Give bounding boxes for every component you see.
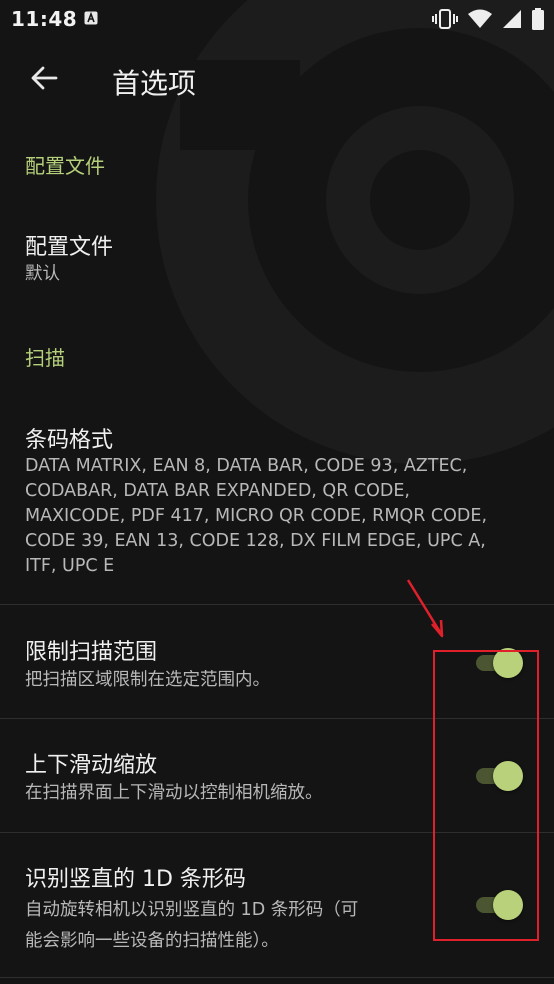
annotation-box <box>433 650 539 941</box>
annotation-arrow <box>406 579 444 638</box>
status-time: 11:48 <box>11 7 78 31</box>
section-header-profile: 配置文件 <box>25 154 105 178</box>
battery-icon <box>532 8 544 30</box>
pref-limit-scan-area-summary: 把扫描区域限制在选定范围内。 <box>25 670 270 690</box>
pref-barcode-formats-title: 条码格式 <box>25 428 114 453</box>
signal-icon <box>503 10 521 28</box>
summary-line: MAXICODE, PDF 417, MICRO QR CODE, RMQR C… <box>25 506 488 526</box>
app-bar: 首选项 <box>0 42 554 118</box>
pref-barcode-formats-summary: DATA MATRIX, EAN 8, DATA BAR, CODE 93, A… <box>25 454 487 579</box>
summary-line: 能会影响一些设备的扫描性能）。 <box>25 931 279 951</box>
wifi-icon <box>468 9 492 28</box>
pref-vertical-1d-title: 识别竖直的 1D 条形码 <box>25 867 246 892</box>
pref-profile[interactable]: 配置文件 默认 <box>0 206 554 304</box>
pref-limit-scan-area-title: 限制扫描范围 <box>25 640 158 665</box>
pref-profile-title: 配置文件 <box>25 235 114 260</box>
pref-profile-summary: 默认 <box>25 264 60 284</box>
pref-swipe-zoom-summary: 在扫描界面上下滑动以控制相机缩放。 <box>25 783 323 803</box>
summary-line: CODABAR, DATA BAR EXPANDED, QR CODE, <box>25 481 410 501</box>
pref-vertical-1d-summary: 自动旋转相机以识别竖直的 1D 条形码（可 能会影响一些设备的扫描性能）。 <box>25 895 358 957</box>
divider <box>0 977 554 978</box>
summary-line: DATA MATRIX, EAN 8, DATA BAR, CODE 93, A… <box>25 456 468 476</box>
pref-swipe-zoom-title: 上下滑动缩放 <box>25 753 158 778</box>
arrow-back-icon <box>31 66 58 90</box>
vibrate-icon <box>432 9 458 29</box>
back-button[interactable] <box>24 58 64 98</box>
status-bar: 11:48 <box>0 0 554 38</box>
section-header-scan: 扫描 <box>25 346 65 370</box>
page-title: 首选项 <box>112 67 197 100</box>
pref-barcode-formats[interactable]: 条码格式 DATA MATRIX, EAN 8, DATA BAR, CODE … <box>0 400 554 604</box>
summary-line: 自动旋转相机以识别竖直的 1D 条形码（可 <box>25 900 359 920</box>
notification-icon <box>84 11 98 25</box>
summary-line: CODE 39, EAN 13, CODE 128, DX FILM EDGE,… <box>25 531 486 551</box>
